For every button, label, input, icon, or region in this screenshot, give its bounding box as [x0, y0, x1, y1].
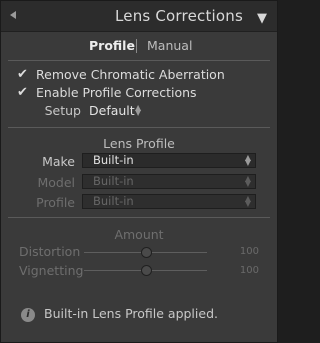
make-select[interactable]: Built-in ▲ ▼ [82, 153, 256, 168]
tab-manual[interactable]: Manual [147, 38, 192, 53]
distortion-label: Distortion [19, 244, 81, 259]
lens-corrections-panel: Lens Corrections ▼ Profile Manual ✔ Remo… [0, 0, 278, 343]
panel-header[interactable]: Lens Corrections ▼ [1, 1, 277, 32]
model-updown-icon: ▲ ▼ [244, 174, 251, 188]
model-select[interactable]: Built-in ▲ ▼ [82, 174, 256, 189]
setup-updown-icon[interactable]: ▲ ▼ [135, 104, 141, 117]
setup-label: Setup [44, 103, 81, 118]
model-label: Model [37, 175, 75, 190]
make-value: Built-in [93, 153, 134, 167]
tab-separator [136, 39, 137, 53]
divider [8, 127, 270, 128]
lens-profile-heading: Lens Profile [103, 136, 175, 151]
profile-updown-icon: ▲ ▼ [244, 194, 251, 208]
vignetting-label: Vignetting [19, 263, 84, 278]
make-label: Make [42, 154, 75, 169]
divider [8, 217, 270, 218]
vignetting-value[interactable]: 100 [233, 265, 259, 276]
profile-label: Profile [36, 195, 75, 210]
amount-heading: Amount [114, 227, 164, 242]
collapse-triangle-icon[interactable]: ▼ [257, 11, 267, 26]
divider [8, 60, 270, 61]
enable-profile-checkbox-icon[interactable]: ✔ [17, 86, 30, 99]
profile-value: Built-in [93, 194, 134, 208]
panel-solo-triangle-icon[interactable] [10, 11, 16, 19]
remove-ca-label: Remove Chromatic Aberration [36, 67, 225, 82]
info-icon: i [21, 308, 35, 322]
remove-ca-checkbox-icon[interactable]: ✔ [17, 68, 30, 81]
enable-profile-label: Enable Profile Corrections [36, 85, 197, 100]
panel-title: Lens Corrections [114, 7, 243, 25]
status-message: Built-in Lens Profile applied. [44, 306, 218, 321]
setup-dropdown[interactable]: Default [89, 103, 135, 118]
distortion-slider-thumb[interactable] [141, 247, 152, 258]
remove-ca-row[interactable]: ✔ Remove Chromatic Aberration [17, 67, 225, 82]
enable-profile-row[interactable]: ✔ Enable Profile Corrections [17, 85, 197, 100]
make-updown-icon: ▲ ▼ [244, 153, 251, 167]
model-value: Built-in [93, 174, 134, 188]
profile-select[interactable]: Built-in ▲ ▼ [82, 194, 256, 209]
tab-profile[interactable]: Profile [89, 38, 135, 53]
vignetting-slider-thumb[interactable] [141, 265, 152, 276]
distortion-value[interactable]: 100 [233, 246, 259, 257]
